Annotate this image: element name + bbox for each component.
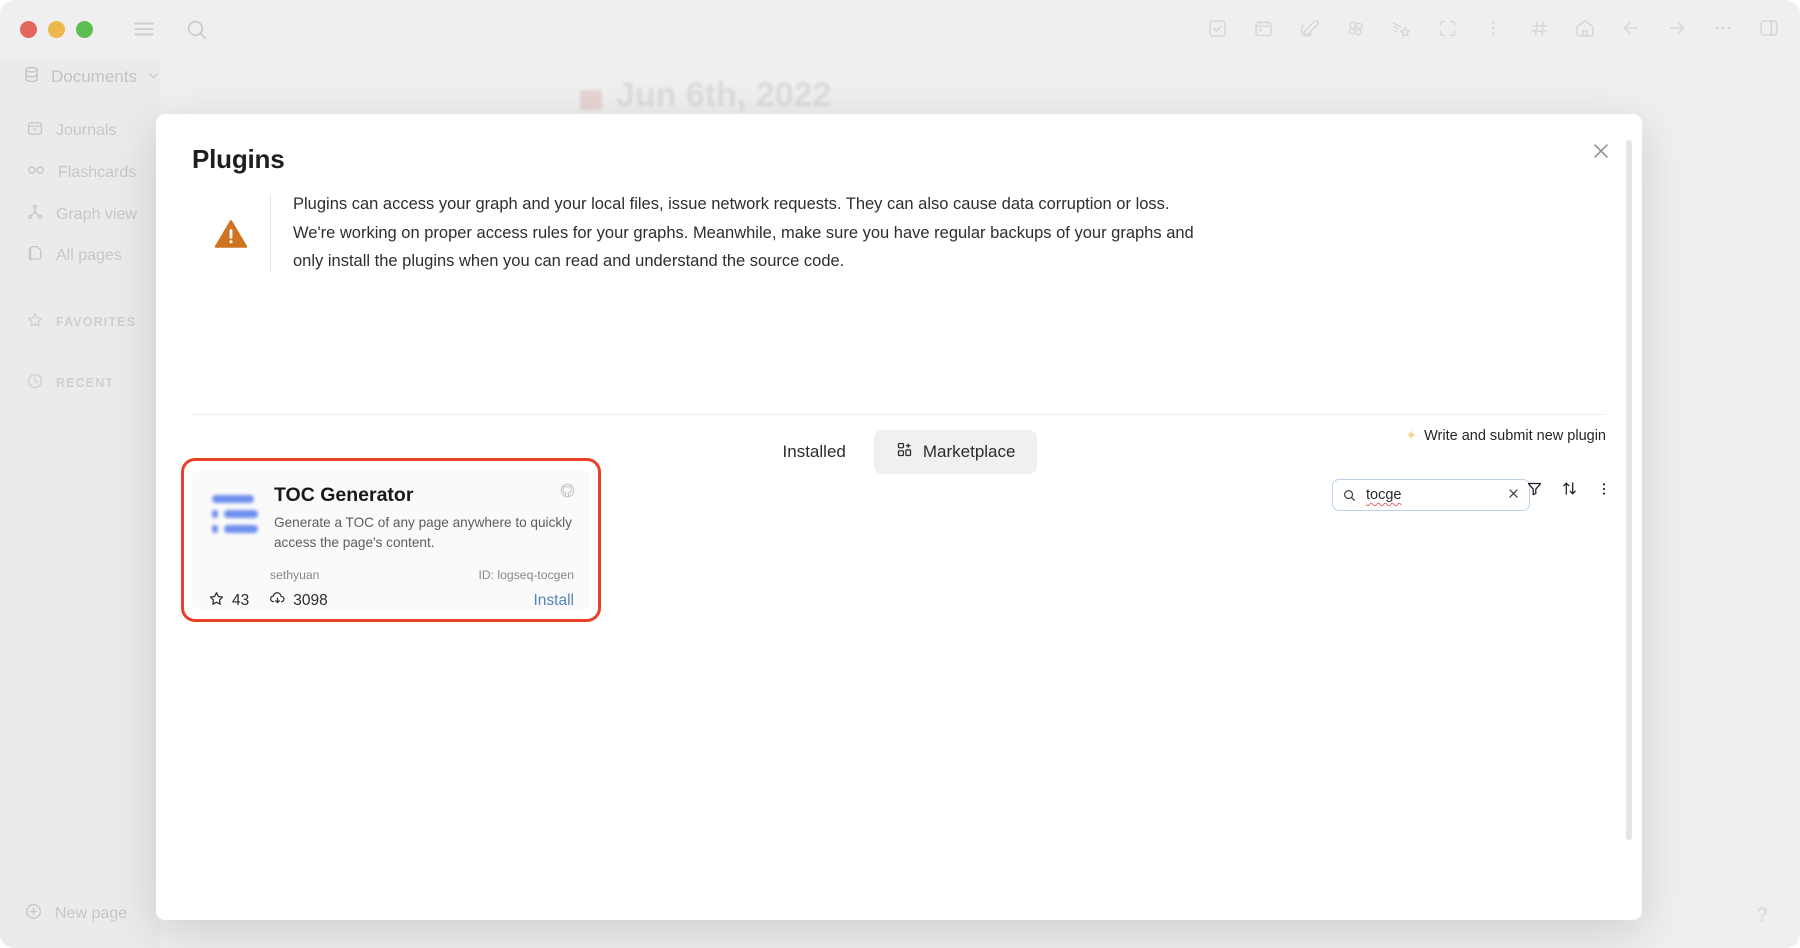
warning-triangle-icon — [192, 190, 270, 252]
plugin-name: TOC Generator — [274, 484, 574, 507]
modal-scrollbar[interactable] — [1626, 140, 1632, 840]
tab-installed[interactable]: Installed — [761, 431, 868, 473]
list-tools — [1526, 480, 1612, 502]
github-icon[interactable] — [559, 482, 576, 504]
filter-icon[interactable] — [1526, 480, 1543, 502]
app-window: Documents Journals Flashcards — [0, 0, 1800, 948]
write-submit-plugin-label: Write and submit new plugin — [1424, 428, 1606, 444]
plugin-downloads-count: 3098 — [293, 592, 327, 610]
tab-installed-label: Installed — [783, 442, 846, 462]
plugins-modal: Plugins Plugins can access your graph an… — [156, 114, 1642, 920]
write-submit-plugin-link[interactable]: ✦ Write and submit new plugin — [1405, 427, 1606, 444]
plugin-author: sethyuan — [270, 568, 319, 582]
search-icon — [1342, 488, 1357, 503]
plugin-card[interactable]: TOC Generator Generate a TOC of any page… — [192, 470, 590, 610]
tab-marketplace-label: Marketplace — [923, 442, 1016, 462]
close-icon[interactable] — [1586, 136, 1616, 166]
plugin-stars: 43 — [208, 590, 249, 612]
search-input-value: tocge — [1366, 487, 1501, 503]
plugin-downloads: 3098 — [269, 590, 327, 612]
plugin-card-body: TOC Generator Generate a TOC of any page… — [274, 484, 574, 552]
page-title: Plugins — [192, 144, 285, 175]
toc-list-icon — [208, 490, 262, 540]
plugin-stars-count: 43 — [232, 592, 249, 610]
plugin-id: ID: logseq-tocgen — [478, 568, 574, 582]
tab-marketplace[interactable]: Marketplace — [874, 430, 1038, 474]
grid-icon — [896, 441, 913, 463]
section-divider — [192, 414, 1606, 415]
warning-text: Plugins can access your graph and your l… — [271, 190, 1201, 276]
plugin-card-header: TOC Generator Generate a TOC of any page… — [208, 484, 574, 552]
search-input[interactable]: tocge — [1332, 479, 1530, 511]
sort-icon[interactable] — [1561, 480, 1578, 502]
plugins-warning: Plugins can access your graph and your l… — [192, 190, 1606, 276]
plugin-stats: 43 3098 — [208, 590, 328, 612]
plugin-meta: sethyuan ID: logseq-tocgen — [270, 568, 574, 582]
more-vertical-icon[interactable] — [1596, 481, 1612, 502]
plugin-card-footer: 43 3098 Install — [208, 590, 574, 612]
clear-search-icon[interactable] — [1501, 487, 1520, 504]
install-button[interactable]: Install — [534, 592, 575, 610]
sparkles-icon: ✦ — [1405, 427, 1417, 444]
star-icon — [208, 590, 225, 612]
plugin-description: Generate a TOC of any page anywhere to q… — [274, 513, 574, 552]
download-cloud-icon — [269, 590, 286, 612]
